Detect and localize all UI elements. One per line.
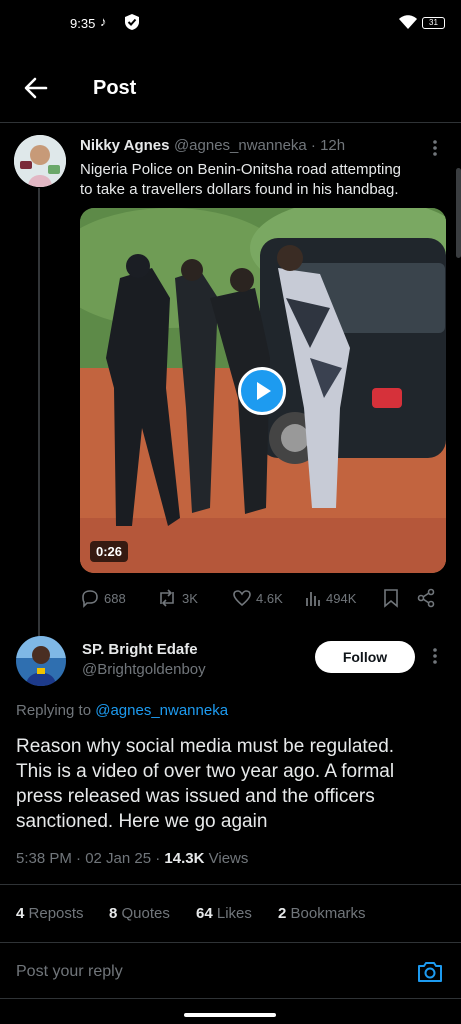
- timestamp: 5:38 PM · 02 Jan 25 ·: [16, 850, 161, 867]
- scrollbar-thumb[interactable]: [456, 168, 461, 258]
- play-icon: [257, 382, 271, 400]
- header-divider: [0, 122, 461, 123]
- repost-icon: [160, 589, 174, 607]
- status-bar: 9:35 ♪ 31: [0, 0, 461, 48]
- stat-count: 8: [109, 905, 118, 922]
- views-label: Views: [208, 850, 249, 867]
- reply-text-line: Reason why social media must be regulate…: [16, 736, 395, 757]
- reply-text-line: sanctioned. Here we go again: [16, 811, 268, 832]
- repost-action[interactable]: 3K: [156, 588, 198, 608]
- replying-to-label: Replying to: [16, 702, 92, 719]
- shield-check-icon: [125, 14, 139, 30]
- stat-count: 64: [196, 905, 213, 922]
- follow-button[interactable]: Follow: [315, 641, 415, 673]
- post-text-line: to take a travellers dollars found in hi…: [80, 181, 399, 198]
- stat-label: Likes: [216, 905, 252, 922]
- post-text: Nigeria Police on Benin-Onitsha road att…: [80, 160, 401, 200]
- reply-composer[interactable]: Post your reply: [0, 943, 461, 999]
- reply-text-line: press released was issued and the office…: [16, 786, 375, 807]
- page-title: Post: [93, 77, 137, 99]
- stat-count: 2: [278, 905, 287, 922]
- stat-label: Bookmarks: [290, 905, 366, 922]
- stat-quotes[interactable]: 8 Quotes: [109, 905, 170, 922]
- bookmark-icon[interactable]: [382, 588, 400, 608]
- repost-count: 3K: [182, 590, 198, 606]
- reply-icon: [82, 590, 98, 608]
- author-name[interactable]: Nikky Agnes: [80, 137, 169, 154]
- reply-text: Reason why social media must be regulate…: [16, 734, 394, 834]
- views-total[interactable]: 14.3K: [164, 850, 204, 867]
- stat-count: 4: [16, 905, 25, 922]
- stat-label: Quotes: [121, 905, 170, 922]
- views-icon: [306, 592, 320, 606]
- more-icon[interactable]: [430, 138, 440, 158]
- reply-count: 688: [104, 590, 126, 606]
- views-action[interactable]: 494K: [304, 588, 356, 608]
- replying-to-handle[interactable]: @agnes_nwanneka: [95, 702, 228, 719]
- stat-bookmarks[interactable]: 2 Bookmarks: [278, 905, 366, 922]
- reply-input[interactable]: Post your reply: [16, 963, 123, 981]
- play-button[interactable]: [238, 367, 286, 415]
- avatar[interactable]: [14, 135, 66, 187]
- stat-likes[interactable]: 64 Likes: [196, 905, 252, 922]
- wifi-icon: [399, 15, 417, 29]
- post-header: Nikky Agnes @agnes_nwanneka · 12h: [80, 137, 345, 155]
- stat-label: Reposts: [28, 905, 84, 922]
- thread-line: [38, 188, 40, 636]
- status-time: 9:35: [70, 16, 96, 31]
- like-icon: [233, 590, 251, 607]
- author-handle-time: @agnes_nwanneka · 12h: [173, 137, 346, 154]
- stat-reposts[interactable]: 4 Reposts: [16, 905, 84, 922]
- tiktok-icon: ♪: [100, 14, 107, 29]
- views-count: 494K: [326, 590, 357, 606]
- reply-author-name[interactable]: SP. Bright Edafe: [82, 641, 198, 658]
- reply-author-handle: @Brightgoldenboy: [82, 661, 206, 678]
- post-meta: 5:38 PM · 02 Jan 25 · 14.3K Views: [16, 850, 248, 867]
- back-arrow-icon[interactable]: [22, 74, 50, 102]
- composer-divider: [0, 998, 461, 999]
- top-bar: Post: [0, 60, 461, 120]
- post-text-line: Nigeria Police on Benin-Onitsha road att…: [80, 161, 402, 178]
- video-duration: 0:26: [90, 541, 129, 562]
- share-icon[interactable]: [416, 588, 436, 608]
- meta-divider: [0, 884, 461, 885]
- reply-text-line: This is a video of over two year ago. A …: [16, 761, 395, 782]
- home-indicator[interactable]: [184, 1013, 276, 1017]
- camera-icon[interactable]: [416, 959, 444, 985]
- replying-to: Replying to @agnes_nwanneka: [16, 702, 228, 719]
- reply-action[interactable]: 688: [80, 588, 126, 608]
- battery-icon: 31: [422, 17, 445, 29]
- like-action[interactable]: 4.6K: [232, 588, 283, 608]
- more-icon[interactable]: [430, 646, 440, 666]
- avatar[interactable]: [16, 636, 66, 686]
- like-count: 4.6K: [256, 590, 283, 606]
